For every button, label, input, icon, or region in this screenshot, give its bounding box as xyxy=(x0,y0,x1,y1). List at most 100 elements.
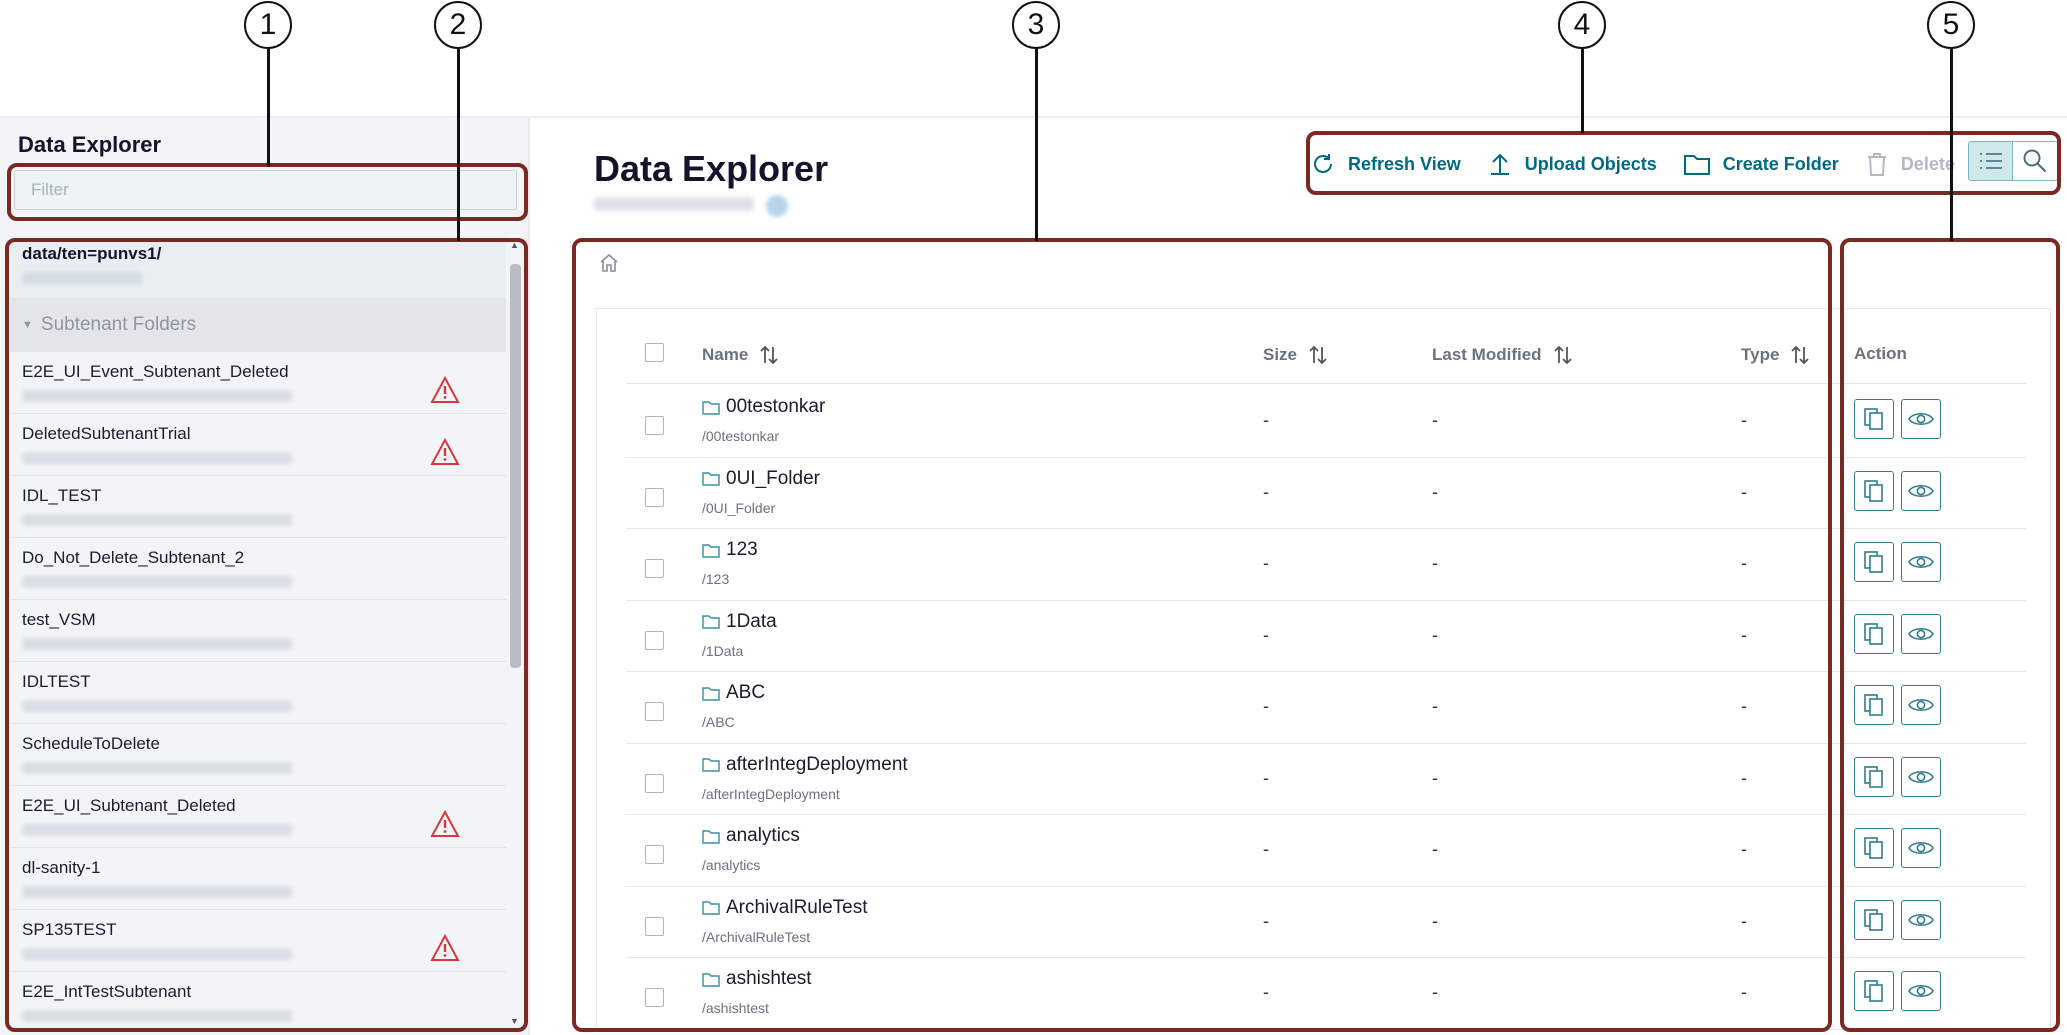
list-view-button[interactable] xyxy=(1969,142,2013,180)
select-all-checkbox[interactable] xyxy=(645,343,664,362)
sidebar-item[interactable]: ScheduleToDelete xyxy=(10,724,506,786)
folder-path: /00testonkar xyxy=(702,428,780,444)
folder-name[interactable]: ABC xyxy=(702,682,765,704)
table-row[interactable]: 123/123 - - - xyxy=(626,529,2026,601)
column-type[interactable]: Type xyxy=(1741,344,1811,366)
sidebar-item[interactable]: E2E_UI_Subtenant_Deleted xyxy=(10,786,506,848)
upload-objects-label: Upload Objects xyxy=(1524,153,1657,174)
row-checkbox[interactable] xyxy=(645,630,664,650)
view-button[interactable] xyxy=(1901,756,1941,797)
row-checkbox[interactable] xyxy=(645,916,664,936)
sidebar-item[interactable]: DeletedSubtenantTrial xyxy=(10,414,506,476)
folder-name[interactable]: analytics xyxy=(702,825,800,847)
column-type-label: Type xyxy=(1741,345,1780,364)
last-modified-cell: - xyxy=(1432,767,1438,788)
folder-icon xyxy=(702,686,720,701)
create-folder-button[interactable]: Create Folder xyxy=(1683,152,1839,176)
row-actions xyxy=(1854,542,1941,582)
copy-button[interactable] xyxy=(1854,756,1894,797)
eye-icon xyxy=(1908,555,1934,569)
sidebar-item[interactable]: IDLTEST xyxy=(10,662,506,724)
copy-button[interactable] xyxy=(1854,685,1894,725)
folder-name[interactable]: 123 xyxy=(702,539,758,561)
table-row[interactable]: afterIntegDeployment/afterIntegDeploymen… xyxy=(626,744,2026,815)
sidebar-item[interactable]: E2E_IntTestSubtenant xyxy=(10,972,506,1028)
sidebar-item-id-redacted xyxy=(22,638,292,650)
eye-icon xyxy=(1908,984,1934,998)
row-checkbox[interactable] xyxy=(645,773,664,793)
view-button[interactable] xyxy=(1901,613,1941,654)
sidebar-item[interactable]: Do_Not_Delete_Subtenant_2 xyxy=(10,538,506,600)
column-name[interactable]: Name xyxy=(702,344,780,366)
callout-1-leader xyxy=(267,49,270,167)
size-cell: - xyxy=(1263,982,1269,1002)
callout-2-leader xyxy=(457,49,460,241)
folder-name[interactable]: 0UI_Folder xyxy=(702,468,820,490)
warning-icon xyxy=(430,376,460,403)
copy-button[interactable] xyxy=(1854,470,1894,511)
copy-button[interactable] xyxy=(1854,971,1894,1011)
row-checkbox[interactable] xyxy=(645,845,664,864)
view-button[interactable] xyxy=(1901,399,1941,439)
copy-button[interactable] xyxy=(1854,899,1894,940)
table-row[interactable]: 0UI_Folder/0UI_Folder - - - xyxy=(626,458,2026,529)
search-view-button[interactable] xyxy=(2013,142,2057,180)
row-checkbox[interactable] xyxy=(645,416,664,435)
folder-name[interactable]: ashishtest xyxy=(702,968,812,990)
folder-name[interactable]: ArchivalRuleTest xyxy=(702,897,868,919)
tree-root[interactable]: data/ten=punvs1/ xyxy=(10,236,506,298)
row-checkbox[interactable] xyxy=(645,487,664,507)
eye-icon xyxy=(1908,913,1934,926)
table-row[interactable]: 00testonkar/00testonkar - - - xyxy=(626,386,2026,458)
copy-button[interactable] xyxy=(1854,828,1894,868)
home-icon[interactable] xyxy=(598,252,620,274)
folder-name[interactable]: 00testonkar xyxy=(702,396,825,418)
sidebar-item[interactable]: SP135TEST xyxy=(10,910,506,972)
folder-icon xyxy=(702,543,720,558)
copy-icon xyxy=(1864,479,1883,502)
info-icon[interactable] xyxy=(766,195,788,217)
column-last-modified[interactable]: Last Modified xyxy=(1432,344,1574,366)
column-action: Action xyxy=(1854,344,1907,364)
table-row[interactable]: ABC/ABC - - - xyxy=(626,672,2026,744)
table-row[interactable]: ArchivalRuleTest/ArchivalRuleTest - - - xyxy=(626,887,2026,958)
row-checkbox[interactable] xyxy=(645,559,664,578)
row-checkbox[interactable] xyxy=(645,988,664,1007)
view-button[interactable] xyxy=(1901,828,1941,868)
view-button[interactable] xyxy=(1901,899,1941,940)
filter-input[interactable] xyxy=(14,170,517,210)
view-button[interactable] xyxy=(1901,685,1941,725)
callout-4: 4 xyxy=(1558,1,1606,49)
last-modified-cell: - xyxy=(1432,624,1438,645)
scroll-up-icon[interactable]: ▲ xyxy=(510,240,519,250)
view-button[interactable] xyxy=(1901,470,1941,511)
sidebar-title: Data Explorer xyxy=(18,132,162,157)
folder-name-label: 00testonkar xyxy=(726,396,826,417)
sidebar-item[interactable]: test_VSM xyxy=(10,600,506,662)
view-button[interactable] xyxy=(1901,542,1941,582)
sidebar-item[interactable]: dl-sanity-1 xyxy=(10,848,506,910)
column-size[interactable]: Size xyxy=(1263,344,1329,366)
folder-name-label: 1Data xyxy=(726,610,777,632)
table-row[interactable]: ashishtest/ashishtest - - - xyxy=(626,958,2026,1030)
refresh-view-button[interactable]: Refresh View xyxy=(1310,151,1461,177)
scroll-down-icon[interactable]: ▼ xyxy=(510,1016,519,1026)
delete-button[interactable]: Delete xyxy=(1865,151,1955,177)
table-row[interactable]: analytics/analytics - - - xyxy=(626,815,2026,887)
folder-name[interactable]: 1Data xyxy=(702,611,777,633)
folder-name[interactable]: afterIntegDeployment xyxy=(702,754,908,776)
copy-button[interactable] xyxy=(1854,399,1894,439)
copy-button[interactable] xyxy=(1854,613,1894,654)
table-row[interactable]: 1Data/1Data - - - xyxy=(626,601,2026,672)
sidebar-item[interactable]: IDL_TEST xyxy=(10,476,506,538)
size-cell: - xyxy=(1263,410,1269,430)
sidebar-item-label: IDLTEST xyxy=(22,672,91,691)
copy-button[interactable] xyxy=(1854,542,1894,582)
sidebar-item[interactable]: E2E_UI_Event_Subtenant_Deleted xyxy=(10,352,506,414)
row-checkbox[interactable] xyxy=(645,702,664,721)
folder-icon xyxy=(702,615,720,629)
view-button[interactable] xyxy=(1901,971,1941,1011)
upload-objects-button[interactable]: Upload Objects xyxy=(1487,151,1657,177)
subtenant-folders-header[interactable]: ▼ Subtenant Folders xyxy=(10,298,506,352)
sidebar-scroll-thumb[interactable] xyxy=(510,264,521,668)
